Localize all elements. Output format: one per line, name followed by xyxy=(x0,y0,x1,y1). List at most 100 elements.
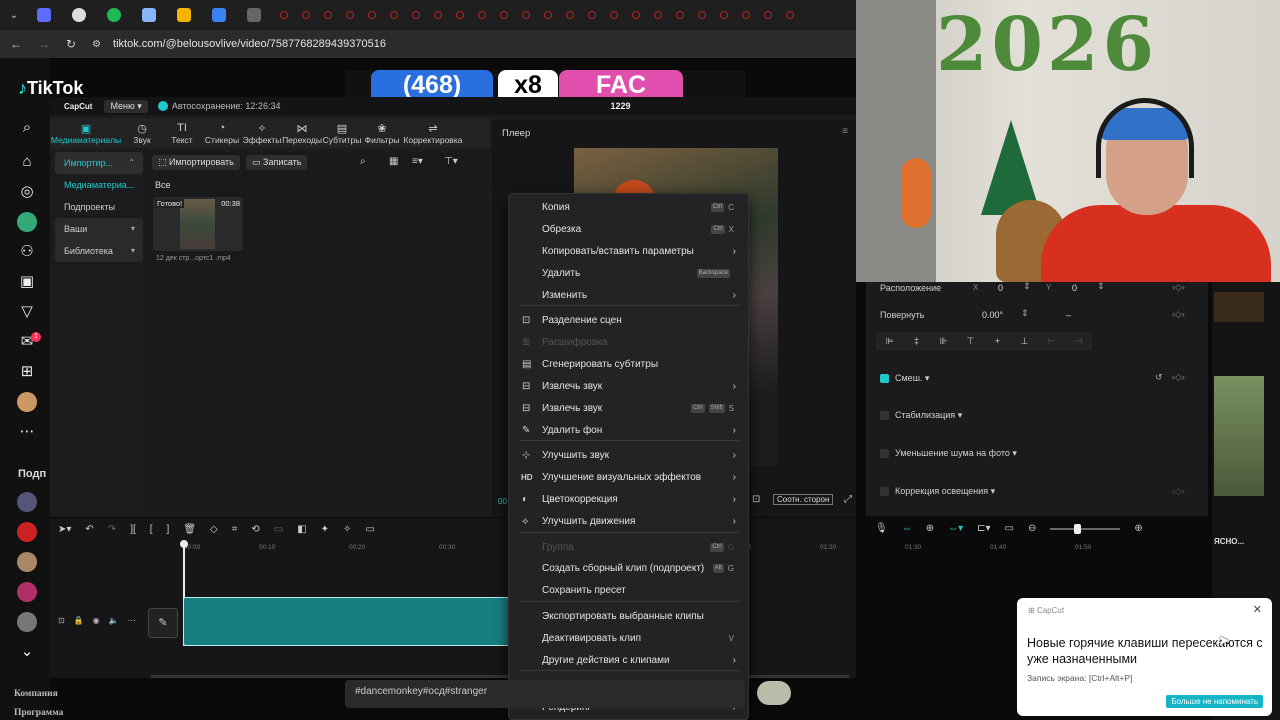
tool-media[interactable]: ▣ Медиаматериалы xyxy=(50,122,122,145)
zoom-in-icon[interactable]: ⊕ xyxy=(1134,523,1142,534)
zoom-slider[interactable] xyxy=(1050,523,1121,534)
suggested-avatar-1[interactable] xyxy=(17,492,37,512)
close-icon[interactable]: ✕ xyxy=(1253,603,1262,616)
menu-item[interactable]: Копировать/вставить параметры › xyxy=(509,241,748,263)
nav-import[interactable]: Импортир... ⌃ xyxy=(55,152,143,174)
stabilize-checkbox[interactable] xyxy=(880,411,889,421)
friends-icon[interactable]: ⚇ xyxy=(17,242,37,262)
track-lock-icon[interactable]: 🔒 xyxy=(74,616,84,625)
caption-track-icon[interactable]: ▭ xyxy=(1005,523,1014,534)
profile-avatar-icon[interactable] xyxy=(17,392,37,412)
menu-button[interactable]: Меню ▾ xyxy=(104,99,148,113)
freeze-icon[interactable]: ▭ xyxy=(274,524,283,535)
track-edit-button[interactable]: ✎ xyxy=(148,608,178,638)
tool-filters[interactable]: ❀ Фильтры xyxy=(362,122,402,145)
select-tool-icon[interactable]: ➤▾ xyxy=(58,524,71,535)
menu-item[interactable]: ⊡ Разделение сцен xyxy=(509,310,748,332)
blend-checkbox[interactable] xyxy=(880,374,889,384)
track-cover-icon[interactable]: ⊡ xyxy=(58,616,65,625)
live-icon[interactable]: ▣ xyxy=(17,272,37,292)
align-center-v-icon[interactable]: + xyxy=(984,336,1011,346)
bottom-avatar[interactable] xyxy=(757,681,791,705)
filter-icon[interactable]: ⊤▾ xyxy=(444,156,458,167)
menu-item[interactable]: Удалить Backspace xyxy=(509,263,748,285)
home-icon[interactable]: ⌂ xyxy=(17,152,37,172)
footer-link-company[interactable]: Компания xyxy=(14,689,58,699)
nav-media[interactable]: Медиаматериа... xyxy=(55,174,143,196)
rotate-stepper-icon[interactable]: ⇕ xyxy=(1021,308,1029,319)
light-checkbox[interactable] xyxy=(880,487,889,497)
keyframe-icon[interactable]: ‹◇› xyxy=(1172,282,1185,293)
menu-item[interactable]: ⊟ Извлечь звук Ctrl Shift S xyxy=(509,398,748,420)
keyframe-icon[interactable]: ‹◇› xyxy=(1172,486,1185,497)
microphone-icon[interactable]: 🎙 xyxy=(875,523,888,534)
snap-icon[interactable]: ⇔▾ xyxy=(948,523,963,534)
suggested-avatar-3[interactable] xyxy=(17,552,37,572)
chevron-down-icon[interactable]: ⌄ xyxy=(0,10,28,21)
nav-yours[interactable]: Ваши ▾ xyxy=(55,218,143,240)
split-icon[interactable]: ][ xyxy=(130,524,136,535)
tab-favicon-3[interactable] xyxy=(107,8,121,22)
add-icon[interactable]: ⊞ xyxy=(17,362,37,382)
caption-icon[interactable]: ▭ xyxy=(365,524,374,535)
nav-library[interactable]: Библиотека ▾ xyxy=(55,240,143,262)
pos-x-field[interactable]: 0 xyxy=(998,283,1003,293)
menu-item[interactable]: ⟡ Улучшить движения › xyxy=(509,511,748,533)
footer-link-program[interactable]: Программа xyxy=(14,708,63,718)
menu-item[interactable]: HD Улучшение визуальных эффектов › xyxy=(509,467,748,489)
tab-favicon-2[interactable] xyxy=(72,8,86,22)
preview-axis-icon[interactable]: ⊏▾ xyxy=(977,523,990,534)
rotate-dash[interactable]: – xyxy=(1066,310,1071,320)
align-top-icon[interactable]: ⊤ xyxy=(957,336,984,347)
video-thumb-2[interactable] xyxy=(1214,376,1264,496)
upload-icon[interactable]: ▽ xyxy=(17,302,37,322)
reset-icon[interactable]: ↺ xyxy=(1155,372,1163,383)
delete-icon[interactable]: 🗑 xyxy=(183,524,196,535)
filter-all[interactable]: Все xyxy=(155,180,171,190)
record-button[interactable]: ▭ Записать xyxy=(246,155,308,170)
marker-icon[interactable]: ◇ xyxy=(210,524,218,535)
tool-adjust[interactable]: ⇌ Корректировка xyxy=(402,122,464,145)
menu-item[interactable]: Сохранить пресет xyxy=(509,580,748,602)
tab-favicon-1[interactable] xyxy=(37,8,51,22)
back-icon[interactable]: ← xyxy=(10,37,22,51)
menu-item[interactable]: Создать сборный клип (подпроект) Alt G xyxy=(509,558,748,580)
tiktok-logo[interactable]: ♪TikTok xyxy=(18,78,83,99)
following-avatar-icon[interactable] xyxy=(17,212,37,232)
player-menu-icon[interactable]: ≡ xyxy=(842,126,848,137)
align-center-h-icon[interactable]: ‡ xyxy=(903,336,930,346)
stabilize-toggle[interactable]: Стабилизация ▾ xyxy=(880,410,962,421)
keyframe-icon[interactable]: ‹◇› xyxy=(1172,372,1185,383)
tab-favicon-6[interactable] xyxy=(212,8,226,22)
track-audio-icon[interactable]: 🔈 xyxy=(109,616,119,625)
mirror-icon[interactable]: ◧ xyxy=(297,524,306,535)
timeline-clip[interactable] xyxy=(183,597,513,646)
tool-audio[interactable]: ◷ Звук xyxy=(122,122,162,145)
menu-item[interactable]: ✎ Удалить фон › xyxy=(509,420,748,442)
reload-icon[interactable]: ↻ xyxy=(66,37,76,51)
magnet-icon[interactable]: ⊕ xyxy=(926,523,934,534)
tab-favicon-7[interactable] xyxy=(247,8,261,22)
crop-icon[interactable]: ⌗ xyxy=(232,524,238,535)
suggested-avatar-2[interactable] xyxy=(17,522,37,542)
chevron-down-icon[interactable]: ⌄ xyxy=(17,642,37,662)
menu-item[interactable]: ⊹ Улучшить звук › xyxy=(509,445,748,467)
menu-item[interactable]: Экспортировать выбранные клипы xyxy=(509,606,748,628)
tool-captions[interactable]: ▤ Субтитры xyxy=(322,122,362,145)
tool-sticker[interactable]: ◔ Стикеры xyxy=(202,122,242,145)
undo-icon[interactable]: ↶ xyxy=(85,524,93,535)
align-left-icon[interactable]: ⊫ xyxy=(876,336,903,347)
magic-icon[interactable]: ✧ xyxy=(343,524,351,535)
track-more-icon[interactable]: ⋯ xyxy=(128,616,136,625)
media-clip-thumb[interactable]: Готово! 00:38 xyxy=(153,197,243,251)
grid-view-icon[interactable]: ▦ xyxy=(389,156,398,167)
forward-icon[interactable]: → xyxy=(38,37,50,51)
link-track-icon[interactable]: ⇔ xyxy=(902,523,912,534)
trim-left-icon[interactable]: [ xyxy=(150,524,153,535)
pos-y-stepper-icon[interactable]: ⇕ xyxy=(1097,281,1105,292)
light-toggle[interactable]: Коррекция освещения ▾ xyxy=(880,486,995,497)
menu-item[interactable]: ▤ Сгенерировать субтитры xyxy=(509,354,748,376)
menu-item[interactable]: Обрезка Ctrl X xyxy=(509,219,748,241)
suggested-avatar-5[interactable] xyxy=(17,612,37,632)
pos-x-stepper-icon[interactable]: ⇕ xyxy=(1023,281,1031,292)
